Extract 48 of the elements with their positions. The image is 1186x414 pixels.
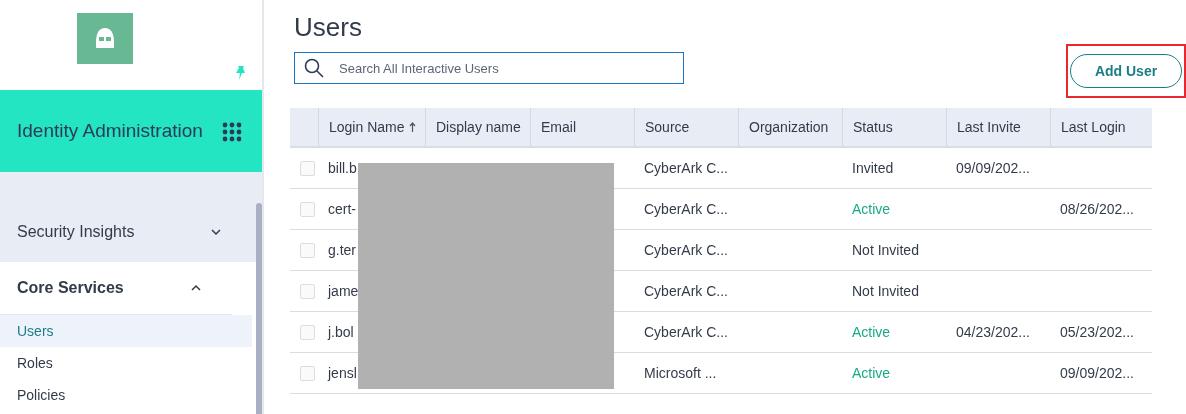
table-cell-text: CyberArk C... bbox=[644, 240, 728, 260]
chevron-icon bbox=[210, 228, 222, 236]
app-title: Identity Administration bbox=[17, 118, 203, 143]
table-cell-text: Invited bbox=[852, 158, 894, 178]
table-cell-text: jensl bbox=[328, 363, 357, 383]
search-icon bbox=[304, 58, 324, 78]
column-header[interactable]: Display name bbox=[425, 108, 530, 146]
table-cell-text: CyberArk C... bbox=[644, 158, 728, 178]
column-header[interactable]: Last Invite bbox=[946, 108, 1050, 146]
table-cell-text: CyberArk C... bbox=[644, 281, 728, 301]
table-cell-text: cert- bbox=[328, 199, 356, 219]
add-user-button[interactable]: Add User bbox=[1070, 54, 1182, 88]
table-cell-text: Not Invited bbox=[852, 281, 919, 301]
column-header[interactable]: Last Login bbox=[1050, 108, 1152, 146]
sidebar-section[interactable]: Core Services bbox=[0, 262, 232, 314]
table-cell-text: Active bbox=[852, 199, 891, 219]
logo-icon bbox=[77, 13, 133, 64]
chevron-icon bbox=[190, 284, 202, 292]
table-cell-text: g.ter bbox=[328, 240, 356, 260]
table-cell-text: Active bbox=[852, 322, 891, 342]
row-checkbox[interactable] bbox=[300, 160, 315, 176]
page-title: Users bbox=[294, 11, 363, 44]
sidebar-item[interactable]: Users bbox=[0, 315, 252, 347]
column-header[interactable]: Organization bbox=[738, 108, 842, 146]
table-cell-text: 09/09/202... bbox=[956, 158, 1030, 178]
row-checkbox[interactable] bbox=[300, 242, 315, 258]
table-cell-text: CyberArk C... bbox=[644, 322, 728, 342]
row-checkbox[interactable] bbox=[300, 324, 315, 340]
search-field[interactable]: Search All Interactive Users bbox=[294, 52, 684, 84]
table-cell-text: Not Invited bbox=[852, 240, 919, 260]
column-header[interactable]: Source bbox=[634, 108, 738, 146]
table-cell-text: 04/23/202... bbox=[956, 322, 1030, 342]
row-checkbox[interactable] bbox=[300, 365, 315, 381]
table-cell-text: j.bol bbox=[328, 322, 354, 342]
table-cell-text: Microsoft ... bbox=[644, 363, 717, 383]
table-cell-text: bill.b bbox=[328, 158, 357, 178]
column-header[interactable]: Status bbox=[842, 108, 946, 146]
column-header[interactable]: Email bbox=[530, 108, 634, 146]
row-checkbox[interactable] bbox=[300, 283, 315, 299]
row-checkbox[interactable] bbox=[300, 201, 315, 217]
table-cell-text: 05/23/202... bbox=[1060, 322, 1134, 342]
scrollbar[interactable] bbox=[256, 203, 262, 414]
table-cell-text: Active bbox=[852, 363, 891, 383]
table-cell-text: CyberArk C... bbox=[644, 199, 728, 219]
table-cell-text: 08/26/202... bbox=[1060, 199, 1134, 219]
table-cell-text: jame bbox=[328, 281, 359, 301]
column-header[interactable]: Login Name bbox=[318, 108, 425, 146]
table-cell-text: 09/09/202... bbox=[1060, 363, 1134, 383]
